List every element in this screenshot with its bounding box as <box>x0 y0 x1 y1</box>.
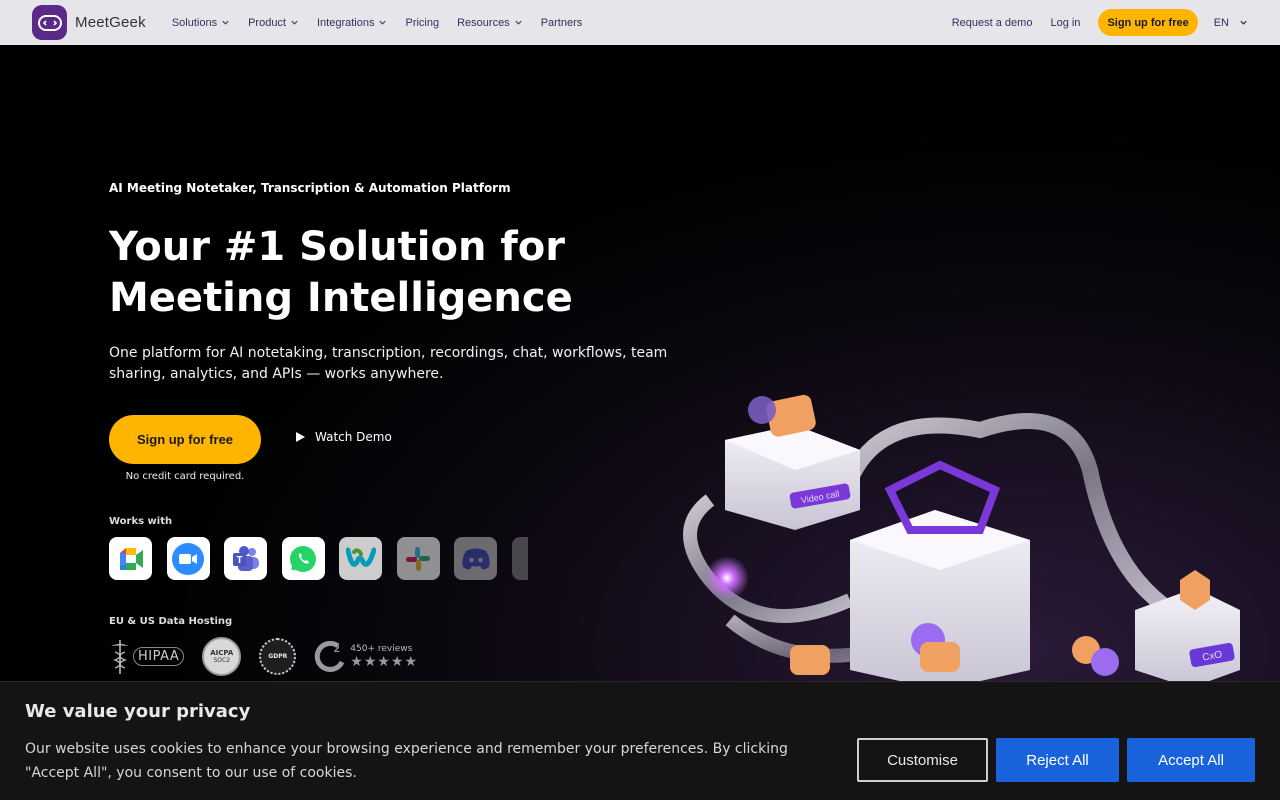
gdpr-badge: GDPR <box>259 638 297 675</box>
language-label: EN <box>1213 16 1229 29</box>
whatsapp-icon <box>281 537 325 580</box>
no-credit-card-note: No credit card required. <box>125 471 245 482</box>
hero-subtext: One platform for AI notetaking, transcri… <box>109 345 668 382</box>
aicpa-soc2-badge: AICPA SOC2 <box>202 637 242 676</box>
cookie-title: We value your privacy <box>25 701 251 722</box>
chevron-down-icon <box>291 20 298 25</box>
nav-item-solutions[interactable]: Solutions <box>172 17 230 29</box>
discord-icon <box>454 537 497 580</box>
language-selector[interactable]: EN <box>1214 17 1248 29</box>
nav-item-product[interactable]: Product <box>248 17 299 29</box>
microsoft-teams-icon: T <box>224 537 267 580</box>
data-hosting-label: EU & US Data Hosting <box>109 616 233 627</box>
nav-signup-button[interactable]: Sign up for free <box>1098 9 1198 36</box>
top-navigation: MeetGeek Solutions Product Integrations … <box>0 0 1280 45</box>
svg-text:2: 2 <box>334 644 340 655</box>
nav-item-label: Integrations <box>317 16 375 29</box>
webex-icon <box>339 537 382 580</box>
slack-icon <box>396 537 440 580</box>
headline-line-1: Your #1 Solution for <box>109 224 565 270</box>
nav-item-label: Solutions <box>171 16 218 29</box>
aicpa-label: AICPA <box>210 649 234 657</box>
chevron-down-icon <box>222 20 229 25</box>
hipaa-badge: HIPAA <box>109 638 185 676</box>
watch-demo-label: Watch Demo <box>315 430 392 444</box>
cookie-description: Our website uses cookies to enhance your… <box>25 741 788 781</box>
nav-item-partners[interactable]: Partners <box>541 17 583 29</box>
g2-reviews-badge: 2 450+ reviews ★★★★★ <box>314 640 418 674</box>
chevron-down-icon <box>1240 20 1247 25</box>
hipaa-label: HIPAA <box>133 647 185 666</box>
nav-item-label: Partners <box>540 16 583 29</box>
g2-rating-stars: ★★★★★ <box>350 653 419 670</box>
brand-name: MeetGeek <box>75 14 146 31</box>
hero-eyebrow: AI Meeting Notetaker, Transcription & Au… <box>109 181 511 195</box>
nav-item-label: Resources <box>457 16 510 29</box>
chevron-down-icon <box>379 20 387 25</box>
brand-logo[interactable]: MeetGeek <box>32 5 146 40</box>
hero-signup-button[interactable]: Sign up for free <box>109 415 261 464</box>
nav-actions: Request a demo Log in Sign up for free E… <box>952 9 1248 36</box>
nav-item-integrations[interactable]: Integrations <box>317 17 387 29</box>
accept-all-button[interactable]: Accept All <box>1127 738 1255 782</box>
caduceus-icon <box>111 639 129 674</box>
nav-links: Solutions Product Integrations Pricing R… <box>172 17 582 29</box>
request-demo-link[interactable]: Request a demo <box>952 17 1033 29</box>
soc2-label: SOC2 <box>213 657 231 664</box>
works-with-label: Works with <box>109 516 173 527</box>
integration-apps: T <box>109 537 528 580</box>
nav-item-pricing[interactable]: Pricing <box>405 17 439 29</box>
headline-line-2: Meeting Intelligence <box>109 275 573 321</box>
hero-headline: Your #1 Solution for Meeting Intelligenc… <box>109 222 669 324</box>
svg-text:T: T <box>236 555 242 566</box>
chevron-down-icon <box>515 20 522 25</box>
cookie-consent-banner: We value your privacy Our website uses c… <box>0 681 1280 800</box>
nav-item-resources[interactable]: Resources <box>457 17 523 29</box>
g2-reviews-count: 450+ reviews <box>350 643 413 654</box>
google-meet-icon <box>109 537 152 580</box>
nav-item-label: Pricing <box>405 16 440 29</box>
meetgeek-logo-icon <box>32 5 67 40</box>
play-icon <box>296 432 305 442</box>
more-integrations-icon <box>511 537 528 580</box>
hero-illustration: Video call CxO <box>683 394 1240 690</box>
nav-item-label: Product <box>248 16 286 29</box>
login-link[interactable]: Log in <box>1050 17 1080 29</box>
customise-cookies-button[interactable]: Customise <box>857 738 988 782</box>
gdpr-label: GDPR <box>268 653 288 660</box>
zoom-icon <box>166 537 210 580</box>
watch-demo-button[interactable]: Watch Demo <box>294 430 392 444</box>
reject-all-button[interactable]: Reject All <box>996 738 1119 782</box>
g2-logo-icon: 2 <box>315 640 345 672</box>
compliance-badges: HIPAA AICPA SOC2 GDPR 2 450+ reviews ★★★… <box>109 637 418 676</box>
